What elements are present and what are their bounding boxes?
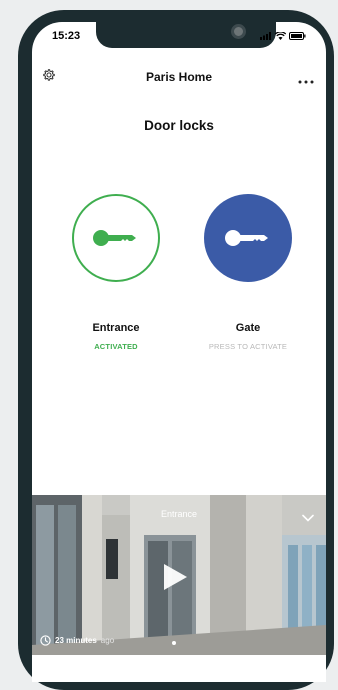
lock-gate-button[interactable] [204,194,292,282]
wifi-icon [275,32,286,40]
lock-entrance-status: ACTIVATED [94,342,138,351]
key-icon [225,230,268,246]
camera-collapse-button[interactable] [302,509,314,527]
camera-timestamp-value: 23 minutes [55,636,97,645]
lock-entrance[interactable]: Entrance ACTIVATED [68,194,164,351]
lock-gate[interactable]: Gate PRESS TO ACTIVATE [200,194,296,351]
camera-timestamp-suffix: ago [100,636,115,645]
more-button[interactable] [298,71,314,89]
play-icon [164,564,187,590]
app-screen: 15:23 Paris Home Door locks Entrance ACT… [32,22,326,682]
home-title[interactable]: Paris Home [32,70,326,84]
camera-timestamp: 23 minutes ago [40,635,114,646]
battery-icon [289,32,306,40]
camera-label: Entrance [160,509,198,519]
lock-gate-name: Gate [235,322,261,334]
notch [96,22,276,48]
more-icon [298,80,314,84]
status-icons [260,32,306,40]
page-indicator-dot [172,641,176,645]
lock-entrance-button[interactable] [72,194,160,282]
front-camera [231,24,246,39]
status-time: 15:23 [52,30,81,42]
play-button[interactable] [162,563,188,596]
section-title: Door locks [144,118,214,133]
key-icon [93,230,136,246]
lock-gate-status: PRESS TO ACTIVATE [208,342,288,351]
camera-feed[interactable]: Entrance 23 minutes ago [32,495,326,655]
signal-icon [260,32,271,40]
lock-entrance-name: Entrance [92,322,140,334]
clock-icon [40,635,51,646]
chevron-down-icon [302,514,314,522]
